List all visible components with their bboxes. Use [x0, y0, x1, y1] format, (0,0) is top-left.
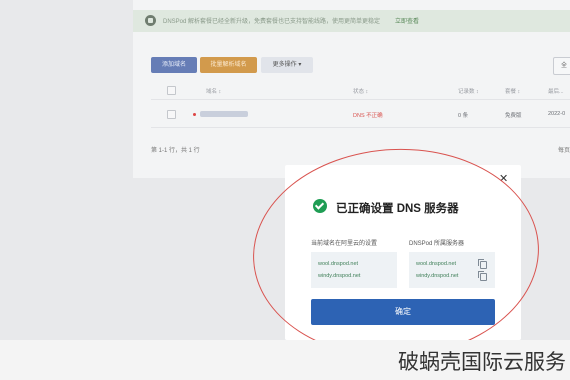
status-dot-icon: [193, 113, 196, 116]
row-status: DNS 不正确: [353, 113, 383, 119]
speaker-icon: [145, 15, 156, 26]
column-header-status[interactable]: 状态 ↕: [353, 87, 368, 95]
notice-link[interactable]: 立即查看: [395, 16, 419, 25]
watermark-text: 破蜗壳国际云服务: [398, 350, 566, 374]
column-header-domain[interactable]: 域名 ↕: [206, 87, 221, 95]
column-header-last[interactable]: 最后...: [548, 87, 564, 95]
page-size-label[interactable]: 每页: [558, 145, 570, 154]
add-domain-button[interactable]: 添加域名: [151, 57, 197, 73]
column-header-plan[interactable]: 套餐 ↕: [505, 87, 520, 95]
domain-name-redacted[interactable]: [200, 111, 248, 117]
select-all-checkbox[interactable]: [167, 86, 176, 95]
row-plan: 免费版: [505, 113, 522, 119]
row-records: 0 条: [458, 113, 469, 119]
header-divider: [151, 99, 570, 100]
batch-resolve-button[interactable]: 批量解析域名: [200, 57, 257, 73]
row-divider: [151, 127, 570, 128]
more-actions-button[interactable]: 更多操作 ▾: [261, 57, 313, 73]
column-header-records[interactable]: 记录数 ↕: [458, 87, 479, 95]
notice-text: DNSPod 解析套餐已经全新升级，免费套餐也已支持智能线路，使用更简单更稳定: [163, 19, 381, 25]
pagination-summary: 第 1-1 行，共 1 行: [151, 148, 200, 154]
right-toolbar-button[interactable]: 全: [553, 57, 570, 75]
notice-bar: DNSPod 解析套餐已经全新升级，免费套餐也已支持智能线路，使用更简单更稳定 …: [133, 10, 570, 32]
row-checkbox[interactable]: [167, 110, 176, 119]
row-date: 2022-0: [548, 111, 566, 117]
